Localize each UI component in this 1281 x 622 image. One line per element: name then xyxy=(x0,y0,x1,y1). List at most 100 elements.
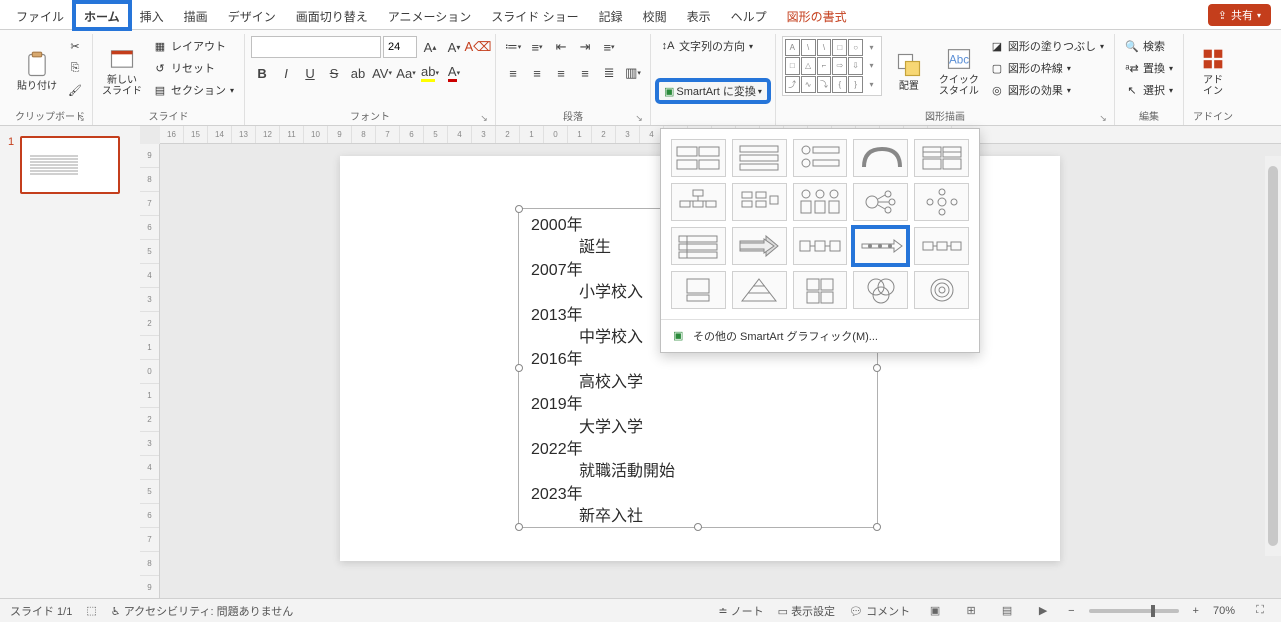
clear-format-button[interactable]: A⌫ xyxy=(467,36,489,58)
smartart-horizontal-hierarchy[interactable] xyxy=(732,183,787,221)
shape-fill-button[interactable]: ◪図形の塗りつぶし▾ xyxy=(986,36,1108,56)
highlight-button[interactable]: ab▾ xyxy=(419,62,441,84)
find-button[interactable]: 🔍検索 xyxy=(1121,36,1177,56)
share-button[interactable]: ⇪共有▾ xyxy=(1208,4,1271,26)
quick-style-button[interactable]: Abc クイック スタイル xyxy=(936,36,982,102)
align-right-button[interactable]: ≡ xyxy=(550,62,572,84)
smartart-picture-caption[interactable] xyxy=(671,271,726,309)
tab-file[interactable]: ファイル xyxy=(6,2,74,29)
convert-to-smartart-button[interactable]: ▣ SmartArt に変換 ▾ xyxy=(657,80,769,102)
smartart-diverging-radial[interactable] xyxy=(914,183,969,221)
shape-gallery[interactable]: A\\□○▾ □△⌐⇨⇩▾ ⤴∿⤵{}▾ xyxy=(782,36,882,96)
tab-transitions[interactable]: 画面切り替え xyxy=(286,2,378,29)
slideshow-view-button[interactable]: ▶ xyxy=(1032,602,1054,620)
section-button[interactable]: ▤セクション▾ xyxy=(149,80,238,100)
smartart-segmented-process[interactable] xyxy=(671,227,726,265)
align-left-button[interactable]: ≡ xyxy=(502,62,524,84)
justify-button[interactable]: ≡ xyxy=(574,62,596,84)
tab-design[interactable]: デザイン xyxy=(218,2,286,29)
scrollbar-thumb[interactable] xyxy=(1268,166,1278,546)
display-settings-button[interactable]: ▭ 表示設定 xyxy=(778,603,835,619)
tab-help[interactable]: ヘルプ xyxy=(721,2,777,29)
dialog-launcher-icon[interactable]: ↘ xyxy=(76,113,86,123)
smartart-table-list[interactable] xyxy=(914,139,969,177)
select-button[interactable]: ↖選択▾ xyxy=(1121,80,1177,100)
font-color-button[interactable]: A▾ xyxy=(443,62,465,84)
dialog-launcher-icon[interactable]: ↘ xyxy=(634,113,644,123)
tab-view[interactable]: 表示 xyxy=(677,2,721,29)
notes-button[interactable]: ≐ ノート xyxy=(718,603,763,619)
vertical-scrollbar[interactable] xyxy=(1265,156,1281,556)
smartart-basic-block-list[interactable] xyxy=(671,139,726,177)
numbering-button[interactable]: ≡▾ xyxy=(526,36,548,58)
tab-review[interactable]: 校閲 xyxy=(633,2,677,29)
smartart-vertical-box-list[interactable] xyxy=(793,139,848,177)
smartart-target[interactable] xyxy=(914,271,969,309)
smartart-radial-cluster[interactable] xyxy=(853,183,908,221)
tab-slideshow[interactable]: スライド ショー xyxy=(481,2,588,29)
underline-button[interactable]: U xyxy=(299,62,321,84)
arrange-button[interactable]: 配置 xyxy=(886,36,932,102)
smartart-matrix[interactable] xyxy=(793,271,848,309)
zoom-slider[interactable] xyxy=(1089,609,1179,613)
resize-handle[interactable] xyxy=(873,364,881,372)
font-size-input[interactable] xyxy=(383,36,417,58)
smartart-hierarchy[interactable] xyxy=(671,183,726,221)
tab-home[interactable]: ホーム xyxy=(74,2,130,29)
layout-button[interactable]: ▦レイアウト xyxy=(149,36,238,56)
cut-button[interactable]: ✂ xyxy=(64,36,86,56)
distribute-button[interactable]: ≣ xyxy=(598,62,620,84)
shadow-button[interactable]: ab xyxy=(347,62,369,84)
bullets-button[interactable]: ≔▾ xyxy=(502,36,524,58)
reading-view-button[interactable]: ▤ xyxy=(996,602,1018,620)
align-center-button[interactable]: ≡ xyxy=(526,62,548,84)
resize-handle[interactable] xyxy=(694,523,702,531)
strike-button[interactable]: S xyxy=(323,62,345,84)
accessibility-status[interactable]: ♿︎ アクセシビリティ: 問題ありません xyxy=(111,603,294,619)
case-button[interactable]: Aa▾ xyxy=(395,62,417,84)
copy-button[interactable]: ⎘ xyxy=(64,58,86,78)
bold-button[interactable]: B xyxy=(251,62,273,84)
resize-handle[interactable] xyxy=(515,364,523,372)
new-slide-button[interactable]: 新しい スライド xyxy=(99,36,145,102)
dialog-launcher-icon[interactable]: ↘ xyxy=(1098,113,1108,123)
tab-shape-format[interactable]: 図形の書式 xyxy=(777,2,857,29)
slide-thumbnail-1[interactable]: 1 xyxy=(8,136,132,194)
zoom-level[interactable]: 70% xyxy=(1213,605,1235,617)
shape-effects-button[interactable]: ◎図形の効果▾ xyxy=(986,80,1108,100)
smartart-venn[interactable] xyxy=(853,271,908,309)
tab-animations[interactable]: アニメーション xyxy=(378,2,482,29)
zoom-slider-thumb[interactable] xyxy=(1151,605,1155,617)
smartart-continuous-arrow[interactable] xyxy=(732,227,787,265)
smartart-process-arrows[interactable] xyxy=(793,227,848,265)
indent-inc-button[interactable]: ⇥ xyxy=(574,36,596,58)
smartart-pyramid[interactable] xyxy=(732,271,787,309)
resize-handle[interactable] xyxy=(873,523,881,531)
shape-outline-button[interactable]: ▢図形の枠線▾ xyxy=(986,58,1108,78)
tab-record[interactable]: 記録 xyxy=(589,2,633,29)
resize-handle[interactable] xyxy=(515,205,523,213)
smartart-bending-list[interactable] xyxy=(853,139,908,177)
comments-button[interactable]: 💬︎ コメント xyxy=(849,603,910,619)
smartart-alternating-flow[interactable] xyxy=(914,227,969,265)
dialog-launcher-icon[interactable]: ↘ xyxy=(479,113,489,123)
line-spacing-button[interactable]: ≡▾ xyxy=(598,36,620,58)
slide-thumbnails[interactable]: 1 xyxy=(0,126,140,598)
resize-handle[interactable] xyxy=(515,523,523,531)
normal-view-button[interactable]: ▣ xyxy=(924,602,946,620)
format-painter-button[interactable]: 🖌 xyxy=(64,80,86,100)
font-name-input[interactable] xyxy=(251,36,381,58)
smartart-picture-strips[interactable] xyxy=(793,183,848,221)
zoom-in-button[interactable]: + xyxy=(1193,605,1199,617)
smartart-more-button[interactable]: ▣ その他の SmartArt グラフィック(M)... xyxy=(661,319,979,352)
sorter-view-button[interactable]: ⊞ xyxy=(960,602,982,620)
fit-to-window-button[interactable]: ⛶ xyxy=(1249,602,1271,620)
columns-button[interactable]: ▥▾ xyxy=(622,62,644,84)
tab-insert[interactable]: 挿入 xyxy=(130,2,174,29)
language-indicator[interactable]: ⬚ xyxy=(86,604,96,617)
italic-button[interactable]: I xyxy=(275,62,297,84)
indent-dec-button[interactable]: ⇤ xyxy=(550,36,572,58)
smartart-vertical-bullet-list[interactable] xyxy=(732,139,787,177)
spacing-button[interactable]: AV▾ xyxy=(371,62,393,84)
smartart-basic-timeline[interactable] xyxy=(853,227,908,265)
